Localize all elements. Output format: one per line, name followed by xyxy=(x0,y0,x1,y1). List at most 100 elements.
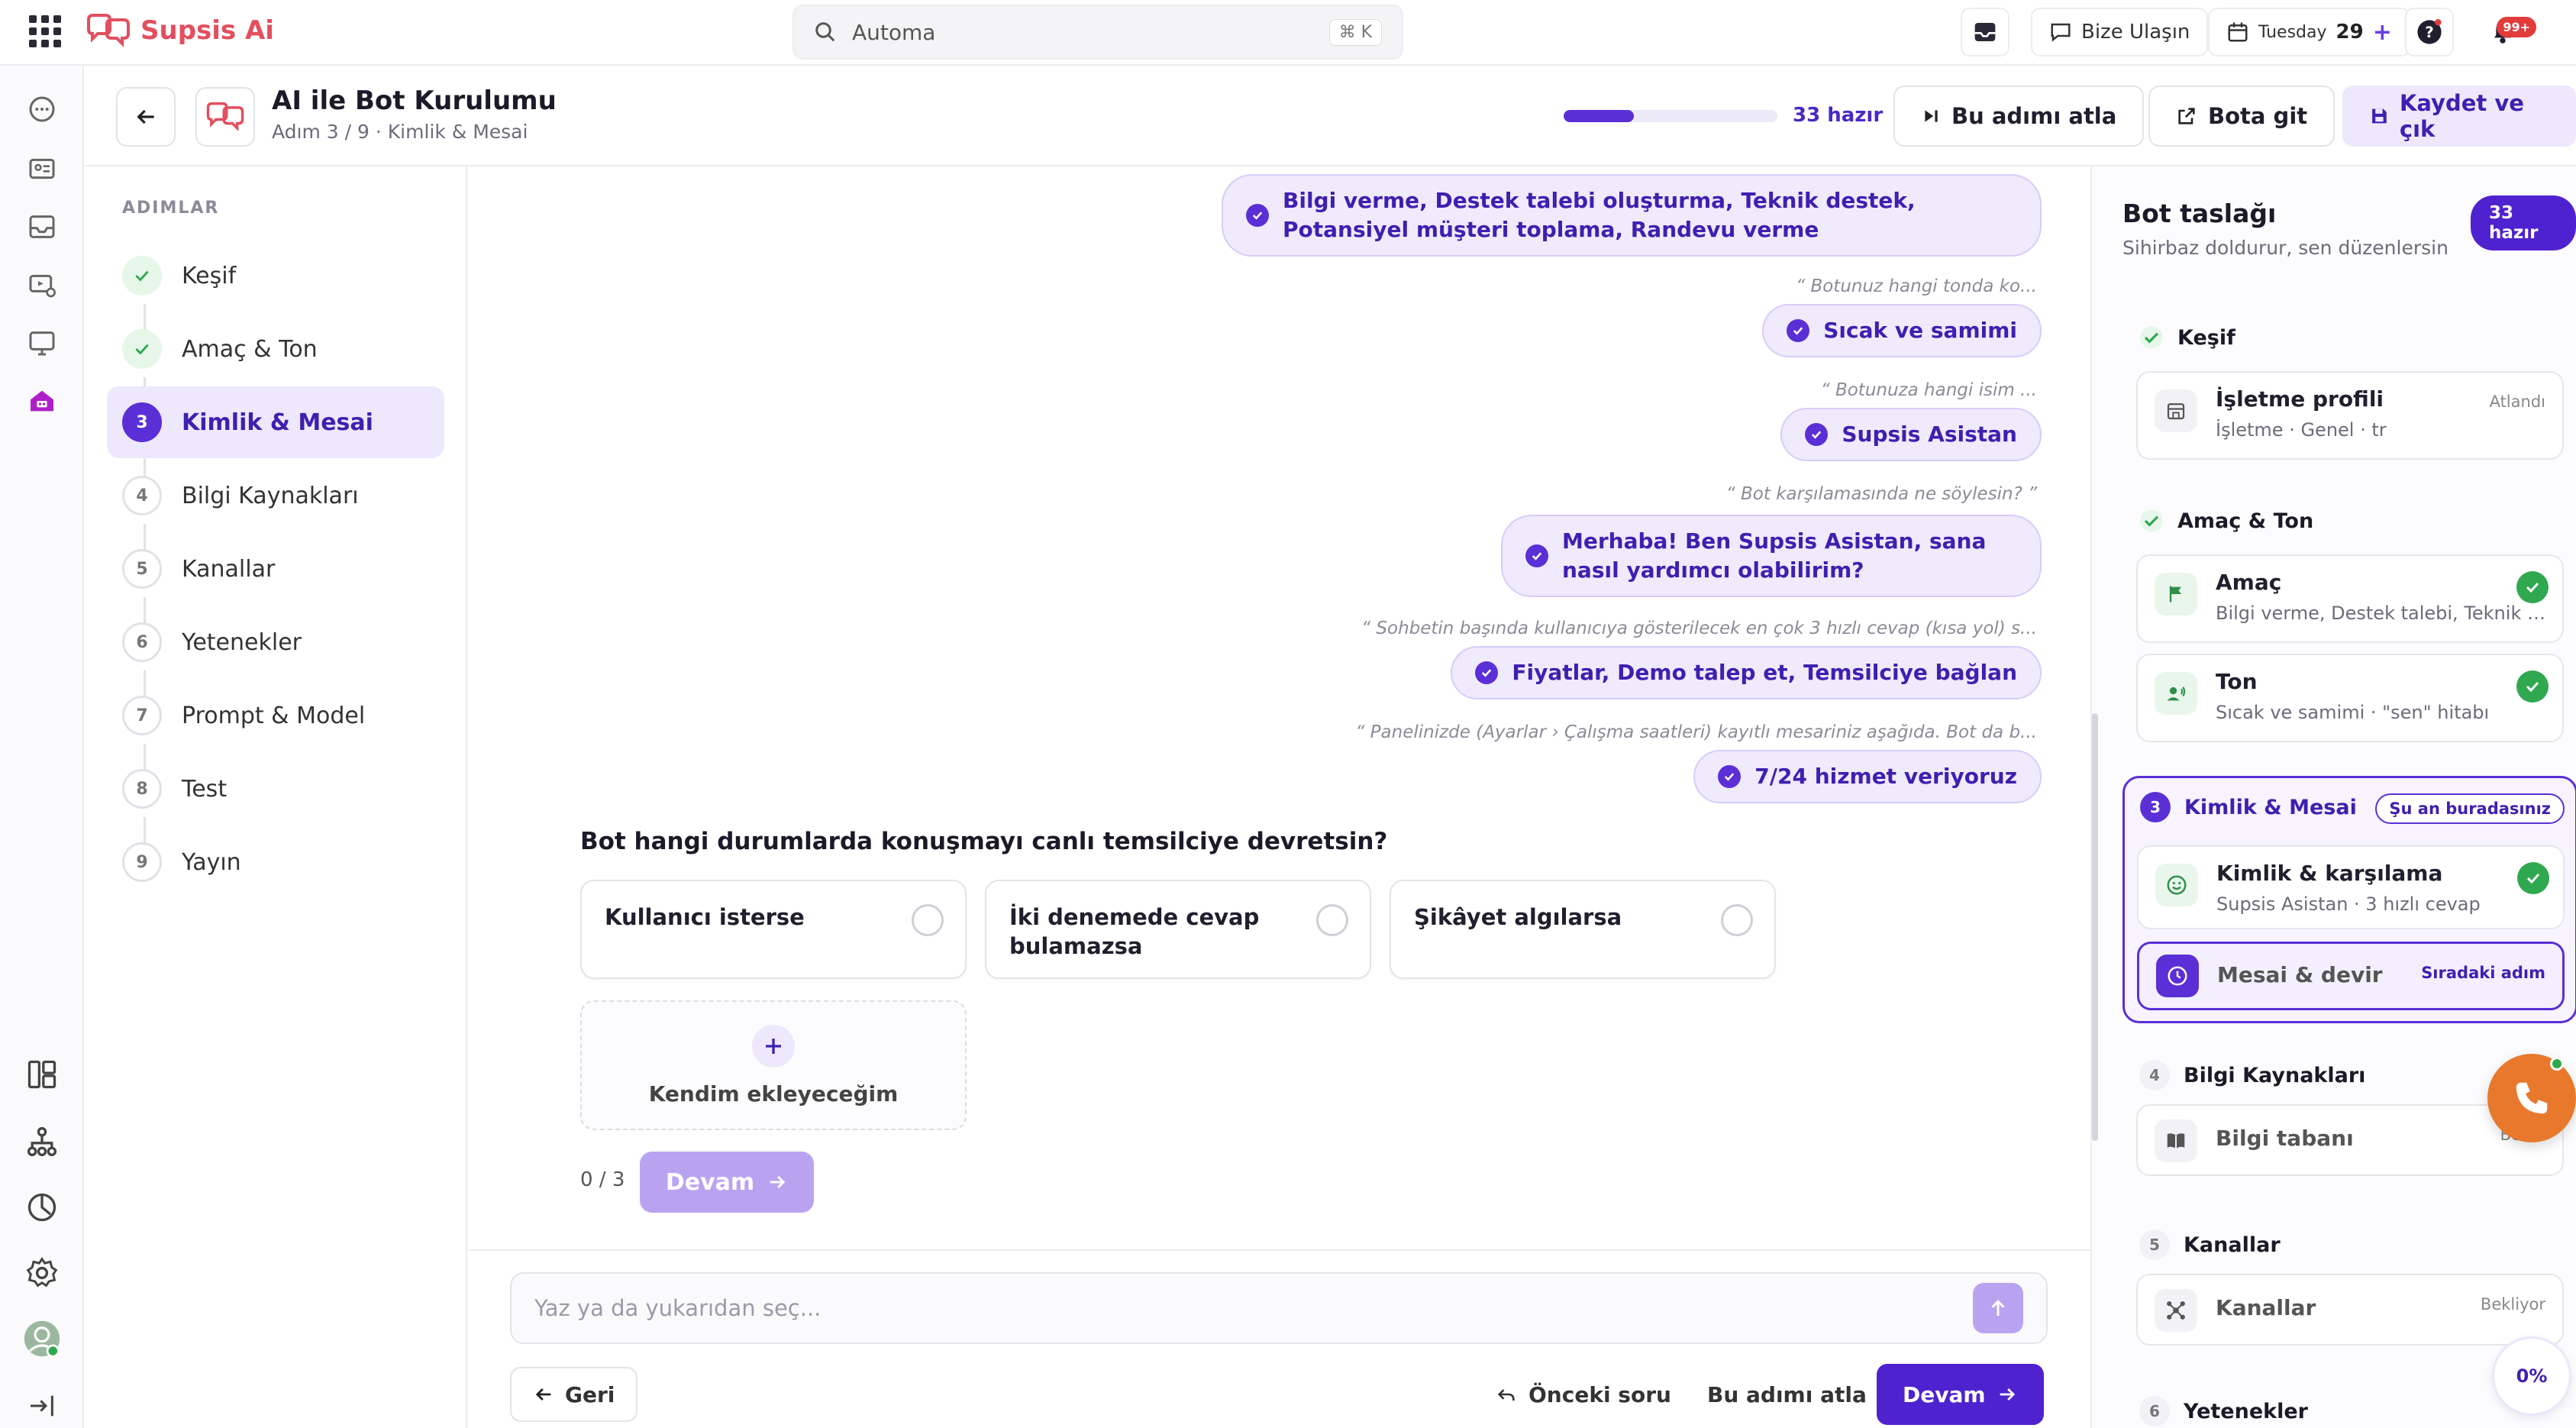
card-status: Atlandı xyxy=(2489,393,2545,411)
continue-button-disabled[interactable]: Devam xyxy=(640,1152,814,1213)
back-step-button[interactable]: Geri xyxy=(510,1367,638,1422)
notification-badge: 99+ xyxy=(2497,17,2536,37)
rail-inbox-icon[interactable] xyxy=(23,208,61,246)
option-radio[interactable] xyxy=(1721,904,1753,936)
draft-section-kimlik-mesai[interactable]: 3 Kimlik & Mesai Şu an buradasınız Kimli… xyxy=(2122,776,2576,1023)
date-num: 29 xyxy=(2336,21,2364,44)
answer-bubble[interactable]: Sıcak ve samimi xyxy=(1762,304,2042,357)
option-radio[interactable] xyxy=(912,904,944,936)
skip-step-button[interactable]: Bu adımı atla xyxy=(1893,86,2145,147)
step-item-yayin[interactable]: 9 Yayın xyxy=(107,826,444,898)
arrow-right-icon xyxy=(2000,1388,2015,1401)
draft-card-mesai[interactable]: Mesai & devir Sıradaki adım xyxy=(2137,942,2565,1010)
goto-bot-label: Bota git xyxy=(2208,103,2308,129)
add-plus-icon[interactable]: + xyxy=(2373,19,2392,46)
step-item-kimlik-mesai[interactable]: 3 Kimlik & Mesai xyxy=(107,386,444,458)
draft-card-isletme[interactable]: İşletme profili İşletme · Genel · tr Atl… xyxy=(2136,371,2564,460)
section-number: 4 xyxy=(2139,1060,2170,1090)
rail-reports-icon[interactable] xyxy=(23,1188,61,1226)
draft-section-yetenekler[interactable]: 6 Yetenekler xyxy=(2139,1396,2308,1426)
card-title: Ton xyxy=(2216,669,2258,694)
step-label: Yetenekler xyxy=(182,628,302,656)
rail-monitor-icon[interactable] xyxy=(23,324,61,362)
answer-bubble[interactable]: Merhaba! Ben Supsis Asistan, sana nasıl … xyxy=(1501,515,2042,597)
draft-card-ton[interactable]: Ton Sıcak ve samimi · "sen" hitabı xyxy=(2136,654,2564,742)
answer-bubble[interactable]: Fiyatlar, Demo talep et, Temsilciye bağl… xyxy=(1451,646,2042,699)
continue-button[interactable]: Devam xyxy=(1877,1364,2044,1425)
question-label: “ Botunuza hangi isim ... xyxy=(1820,380,2037,400)
check-icon xyxy=(122,256,162,296)
draft-section-amac-ton[interactable]: Amaç & Ton xyxy=(2139,509,2313,533)
date-button[interactable]: Tuesday 29 + xyxy=(2208,8,2410,57)
answer-bubble[interactable]: Bilgi verme, Destek talebi oluşturma, Te… xyxy=(1222,174,2042,257)
help-icon: ? xyxy=(2417,19,2442,44)
message-input[interactable] xyxy=(534,1295,1973,1321)
draft-section-bilgi[interactable]: 4 Bilgi Kaynakları xyxy=(2139,1060,2365,1090)
brand-logo-icon xyxy=(206,102,244,131)
arrow-left-icon xyxy=(535,1388,551,1401)
step-label: Kanallar xyxy=(182,555,276,583)
rail-media-settings-icon[interactable] xyxy=(23,266,61,304)
add-custom-option[interactable]: Kendim ekleyeceğim xyxy=(580,1000,967,1130)
step-number: 3 xyxy=(122,402,162,442)
date-day: Tuesday xyxy=(2258,22,2327,42)
step-item-test[interactable]: 8 Test xyxy=(107,753,444,825)
send-button[interactable] xyxy=(1973,1283,2023,1333)
option-label: İki denemede cevap bulamazsa xyxy=(1009,904,1260,959)
goto-bot-button[interactable]: Bota git xyxy=(2148,86,2336,147)
rail-collapse-icon[interactable] xyxy=(23,1387,61,1425)
contact-button[interactable]: Bize Ulaşın xyxy=(2031,8,2209,57)
current-location-pill: Şu an buradasınız xyxy=(2375,793,2565,824)
apps-grid-icon[interactable] xyxy=(29,15,61,47)
rail-bot-home-icon[interactable] xyxy=(23,382,61,420)
skip-step-footer-button[interactable]: Bu adımı atla xyxy=(1686,1367,1888,1422)
call-button[interactable] xyxy=(2487,1054,2576,1142)
help-button[interactable]: ? xyxy=(2405,8,2454,57)
step-item-kesif[interactable]: Keşif xyxy=(107,240,444,312)
step-item-amac-ton[interactable]: Amaç & Ton xyxy=(107,313,444,385)
inbox-button[interactable] xyxy=(1961,8,2009,57)
search-bar[interactable]: Automa ⌘ K xyxy=(792,5,1403,60)
option-radio[interactable] xyxy=(1316,904,1348,936)
rail-chat-icon[interactable] xyxy=(23,90,61,128)
user-avatar[interactable] xyxy=(23,1320,61,1358)
search-shortcut: ⌘ K xyxy=(1328,18,1382,46)
search-input[interactable]: Automa xyxy=(852,20,1329,45)
option-card[interactable]: İki denemede cevap bulamazsa xyxy=(985,880,1371,979)
step-item-bilgi-kaynaklari[interactable]: 4 Bilgi Kaynakları xyxy=(107,460,444,531)
save-exit-button[interactable]: Kaydet ve çık xyxy=(2342,86,2576,147)
draft-card-amac[interactable]: Amaç Bilgi verme, Destek talebi, Teknik … xyxy=(2136,554,2564,643)
question-label: “ Bot karşılamasında ne söylesin? ” xyxy=(1725,484,2037,504)
draft-card-kanallar[interactable]: Kanallar Bekliyor xyxy=(2136,1274,2564,1346)
draft-section-kanallar[interactable]: 5 Kanallar xyxy=(2139,1229,2281,1260)
draft-card-kimlik[interactable]: Kimlik & karşılama Supsis Asistan · 3 hı… xyxy=(2137,845,2565,929)
save-exit-label: Kaydet ve çık xyxy=(2399,90,2524,142)
smile-icon xyxy=(2155,864,2198,906)
rail-layout-icon[interactable] xyxy=(23,1055,61,1094)
rail-hierarchy-icon[interactable] xyxy=(23,1123,61,1161)
calendar-icon xyxy=(2228,22,2248,42)
option-card[interactable]: Şikâyet algılarsa xyxy=(1390,880,1776,979)
scrollbar[interactable] xyxy=(2092,713,2098,1141)
draft-subtitle: Sihirbaz doldurur, sen düzenlersin xyxy=(2122,237,2448,259)
notifications-button[interactable]: 99+ xyxy=(2472,8,2536,57)
step-item-prompt-model[interactable]: 7 Prompt & Model xyxy=(107,680,444,751)
check-icon xyxy=(2140,326,2163,349)
check-icon xyxy=(1787,319,1810,342)
step-label: Keşif xyxy=(182,262,237,289)
completion-indicator[interactable]: 0% xyxy=(2492,1336,2571,1416)
step-item-yetenekler[interactable]: 6 Yetenekler xyxy=(107,606,444,678)
step-item-kanallar[interactable]: 5 Kanallar xyxy=(107,533,444,605)
answer-bubble[interactable]: 7/24 hizmet veriyoruz xyxy=(1693,750,2042,803)
undo-icon xyxy=(1497,1389,1515,1401)
answer-bubble[interactable]: Supsis Asistan xyxy=(1780,408,2042,461)
rail-settings-icon[interactable] xyxy=(23,1254,61,1292)
back-button[interactable] xyxy=(116,87,176,147)
brand[interactable]: Supsis Ai xyxy=(86,11,274,50)
option-card[interactable]: Kullanıcı isterse xyxy=(580,880,967,979)
draft-section-kesif[interactable]: Keşif xyxy=(2139,325,2235,350)
save-icon xyxy=(2372,108,2387,124)
rail-contacts-icon[interactable] xyxy=(23,150,61,188)
previous-question-button[interactable]: Önceki soru xyxy=(1474,1367,1693,1422)
message-input-box[interactable] xyxy=(510,1272,2048,1344)
